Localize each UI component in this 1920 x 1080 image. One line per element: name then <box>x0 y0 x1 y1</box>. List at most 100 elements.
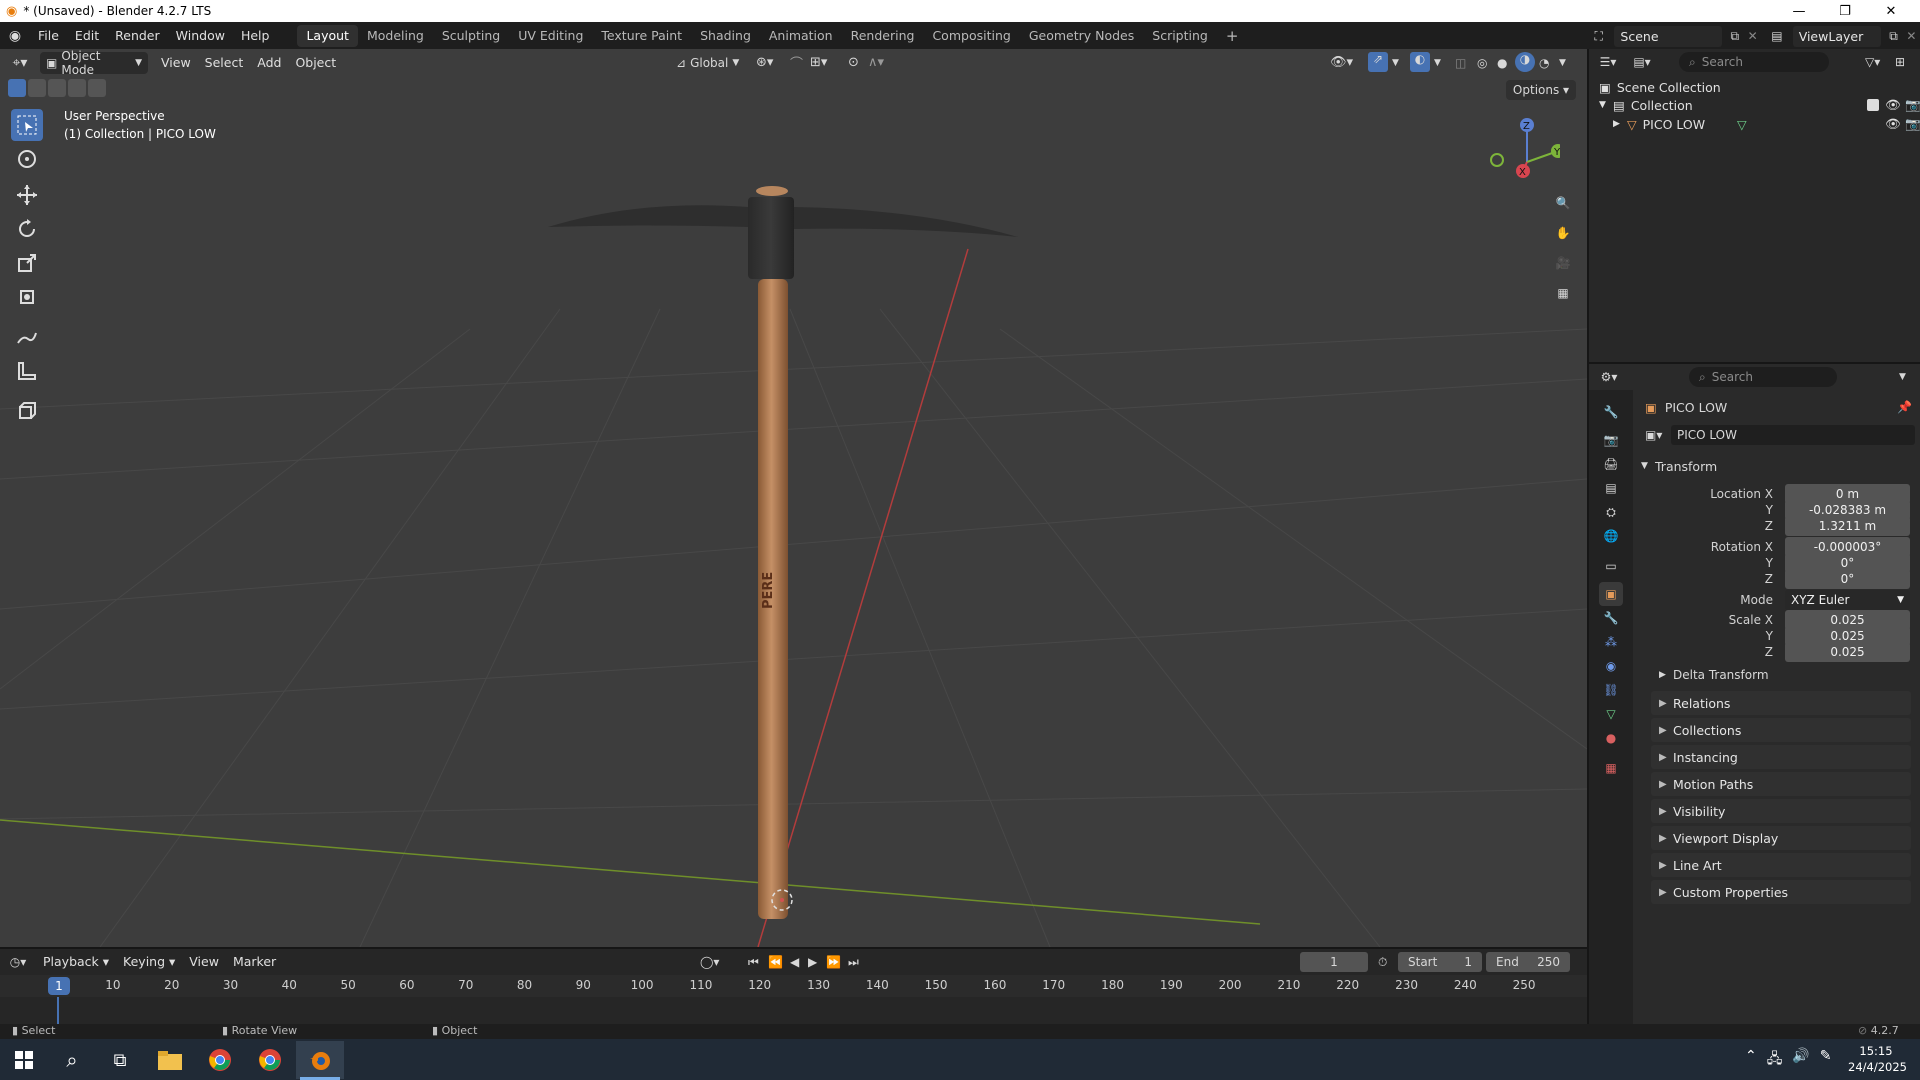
camera-icon[interactable]: 📷 <box>1905 97 1920 113</box>
auto-keying-icon[interactable]: ◯▾ <box>700 955 719 969</box>
network-icon[interactable]: 🖧 <box>1767 1048 1783 1072</box>
constraints-tab-icon[interactable]: ⛓ <box>1599 678 1623 702</box>
new-viewlayer-icon[interactable]: ⧉ <box>1885 29 1903 44</box>
move-tool[interactable] <box>11 179 43 211</box>
collections-panel[interactable]: ▶ Collections <box>1651 718 1911 742</box>
new-collection-icon[interactable]: ⊞ <box>1895 55 1905 69</box>
gizmo-toggle-icon[interactable]: ⇗ <box>1368 52 1388 72</box>
particles-tab-icon[interactable]: ⁂ <box>1599 630 1623 654</box>
taskbar-clock[interactable]: 15:15 24/4/2025 <box>1848 1043 1907 1075</box>
material-tab-icon[interactable]: ● <box>1599 726 1623 750</box>
chevron-down-icon[interactable]: ▼ <box>1392 58 1399 68</box>
jump-keyframe-forward-icon[interactable]: ⏩ <box>826 955 841 969</box>
tab-compositing[interactable]: Compositing <box>923 25 1019 47</box>
pivot-point-icon[interactable]: ⊛▾ <box>756 55 773 70</box>
object-name-field[interactable]: PICO LOW <box>1671 425 1915 445</box>
tab-rendering[interactable]: Rendering <box>842 25 924 47</box>
measure-tool[interactable] <box>11 355 43 387</box>
rendered-shading-icon[interactable]: ◔ <box>1539 56 1549 70</box>
tab-shading[interactable]: Shading <box>691 25 760 47</box>
modifiers-tab-icon[interactable]: 🔧 <box>1599 606 1623 630</box>
chrome-icon[interactable] <box>196 1041 244 1079</box>
outliner-scene-collection[interactable]: ▣ Scene Collection <box>1599 77 1721 97</box>
view-layer-tab-icon[interactable]: ▤ <box>1599 476 1623 500</box>
output-tab-icon[interactable]: 🖨 <box>1599 452 1623 476</box>
physics-tab-icon[interactable]: ◉ <box>1599 654 1623 678</box>
file-explorer-icon[interactable] <box>146 1041 194 1079</box>
proportional-edit-icon[interactable]: ⊙ <box>848 55 859 70</box>
editor-type-icon[interactable]: ⌖▾ <box>0 55 40 71</box>
tab-geometry-nodes[interactable]: Geometry Nodes <box>1020 25 1143 47</box>
remove-viewlayer-icon[interactable]: ✕ <box>1906 29 1920 43</box>
overlays-toggle-icon[interactable]: ◐ <box>1410 52 1430 72</box>
material-shading-icon[interactable]: ◑ <box>1515 52 1535 72</box>
windows-start-icon[interactable] <box>0 1041 48 1079</box>
data-tab-icon[interactable]: ▽ <box>1599 702 1623 726</box>
viewport-menu-object[interactable]: Object <box>288 52 343 74</box>
snap-target-icon[interactable]: ⊞▾ <box>810 55 827 70</box>
location-z-field[interactable]: 1.3211 m <box>1785 516 1910 536</box>
3d-viewport[interactable]: PERE ⌖▾ ▣ Object Mode ▼ View Select Add … <box>0 49 1587 947</box>
add-cube-tool[interactable] <box>11 395 43 427</box>
add-workspace-icon[interactable]: + <box>1217 25 1248 47</box>
tab-animation[interactable]: Animation <box>760 25 842 47</box>
close-window-button[interactable]: ✕ <box>1868 0 1914 22</box>
current-frame-field[interactable]: 1 <box>1300 952 1368 972</box>
timeline-menu-playback[interactable]: Playback ▾ <box>36 951 116 973</box>
scale-z-field[interactable]: 0.025 <box>1785 642 1910 662</box>
end-frame-field[interactable]: End 250 <box>1486 952 1570 972</box>
playhead[interactable]: 1 <box>48 977 70 995</box>
maximize-button[interactable]: ❐ <box>1822 0 1868 22</box>
scale-tool[interactable] <box>11 247 43 279</box>
gizmo-neg-y-icon[interactable] <box>1490 153 1504 167</box>
tab-uv-editing[interactable]: UV Editing <box>509 25 592 47</box>
menu-edit[interactable]: Edit <box>67 25 107 47</box>
jump-end-icon[interactable]: ⏭ <box>848 955 859 970</box>
viewport-menu-select[interactable]: Select <box>198 52 251 74</box>
line-art-panel[interactable]: ▶ Line Art <box>1651 853 1911 877</box>
chevron-down-icon[interactable]: ▼ <box>1559 58 1566 68</box>
tab-texture-paint[interactable]: Texture Paint <box>592 25 691 47</box>
snap-icon[interactable]: ⌒ <box>790 53 803 72</box>
falloff-icon[interactable]: ∧▾ <box>868 55 884 70</box>
preview-range-icon[interactable]: ⏱ <box>1378 955 1387 970</box>
jump-keyframe-back-icon[interactable]: ⏪ <box>768 955 783 969</box>
outliner-collection[interactable]: ▼ ▤ Collection 👁 📷 <box>1599 95 1920 115</box>
expand-chevron-icon[interactable]: ▼ <box>1599 100 1613 110</box>
transform-panel-header[interactable]: ▼ Transform <box>1633 454 1920 478</box>
scene-tab-icon[interactable]: ⛭ <box>1599 500 1623 524</box>
volume-icon[interactable]: 🔊 <box>1792 1048 1809 1072</box>
motion-paths-panel[interactable]: ▶ Motion Paths <box>1651 772 1911 796</box>
wireframe-shading-icon[interactable]: ◎ <box>1477 56 1487 70</box>
rotation-z-field[interactable]: 0° <box>1785 569 1910 589</box>
visibility-filter-icon[interactable]: 👁▾ <box>1330 55 1353 70</box>
viewlayer-icon[interactable]: ▤ <box>1765 29 1788 43</box>
rotation-mode-dropdown[interactable]: XYZ Euler ▼ <box>1785 590 1910 610</box>
texture-tab-icon[interactable]: ▦ <box>1599 756 1623 780</box>
select-subtract-icon[interactable] <box>48 79 66 97</box>
display-mode-icon[interactable]: ▤▾ <box>1627 55 1657 69</box>
blender-menu-icon[interactable]: ◉ <box>0 28 30 44</box>
remove-scene-icon[interactable]: ✕ <box>1748 29 1762 43</box>
scene-selector[interactable]: Scene <box>1614 25 1723 47</box>
tab-sculpting[interactable]: Sculpting <box>433 25 509 47</box>
relations-panel[interactable]: ▶ Relations <box>1651 691 1911 715</box>
outliner-editor-icon[interactable]: ☰▾ <box>1589 55 1627 69</box>
properties-search-input[interactable]: ⌕ Search <box>1689 367 1837 387</box>
exclude-checkbox-icon[interactable] <box>1867 99 1879 111</box>
select-extend-icon[interactable] <box>28 79 46 97</box>
tab-modeling[interactable]: Modeling <box>358 25 433 47</box>
options-dropdown[interactable]: Options ▾ <box>1506 80 1576 100</box>
minimize-button[interactable]: — <box>1776 0 1822 22</box>
outliner-object-pico-low[interactable]: ▶ ▽ PICO LOW ▽ 👁 📷 <box>1613 114 1920 134</box>
object-type-icon[interactable]: ▣▾ <box>1645 428 1671 442</box>
play-reverse-icon[interactable]: ◀ <box>790 955 799 969</box>
timeline-menu-keying[interactable]: Keying ▾ <box>116 951 182 973</box>
cursor-tool[interactable] <box>11 143 43 175</box>
collection-tab-icon[interactable]: ▭ <box>1599 554 1623 578</box>
visibility-panel[interactable]: ▶ Visibility <box>1651 799 1911 823</box>
timeline-menu-view[interactable]: View <box>182 951 226 973</box>
filter-icon[interactable]: ▽▾ <box>1865 55 1880 69</box>
viewport-menu-add[interactable]: Add <box>250 52 288 74</box>
render-tab-icon[interactable]: 📷 <box>1599 428 1623 452</box>
